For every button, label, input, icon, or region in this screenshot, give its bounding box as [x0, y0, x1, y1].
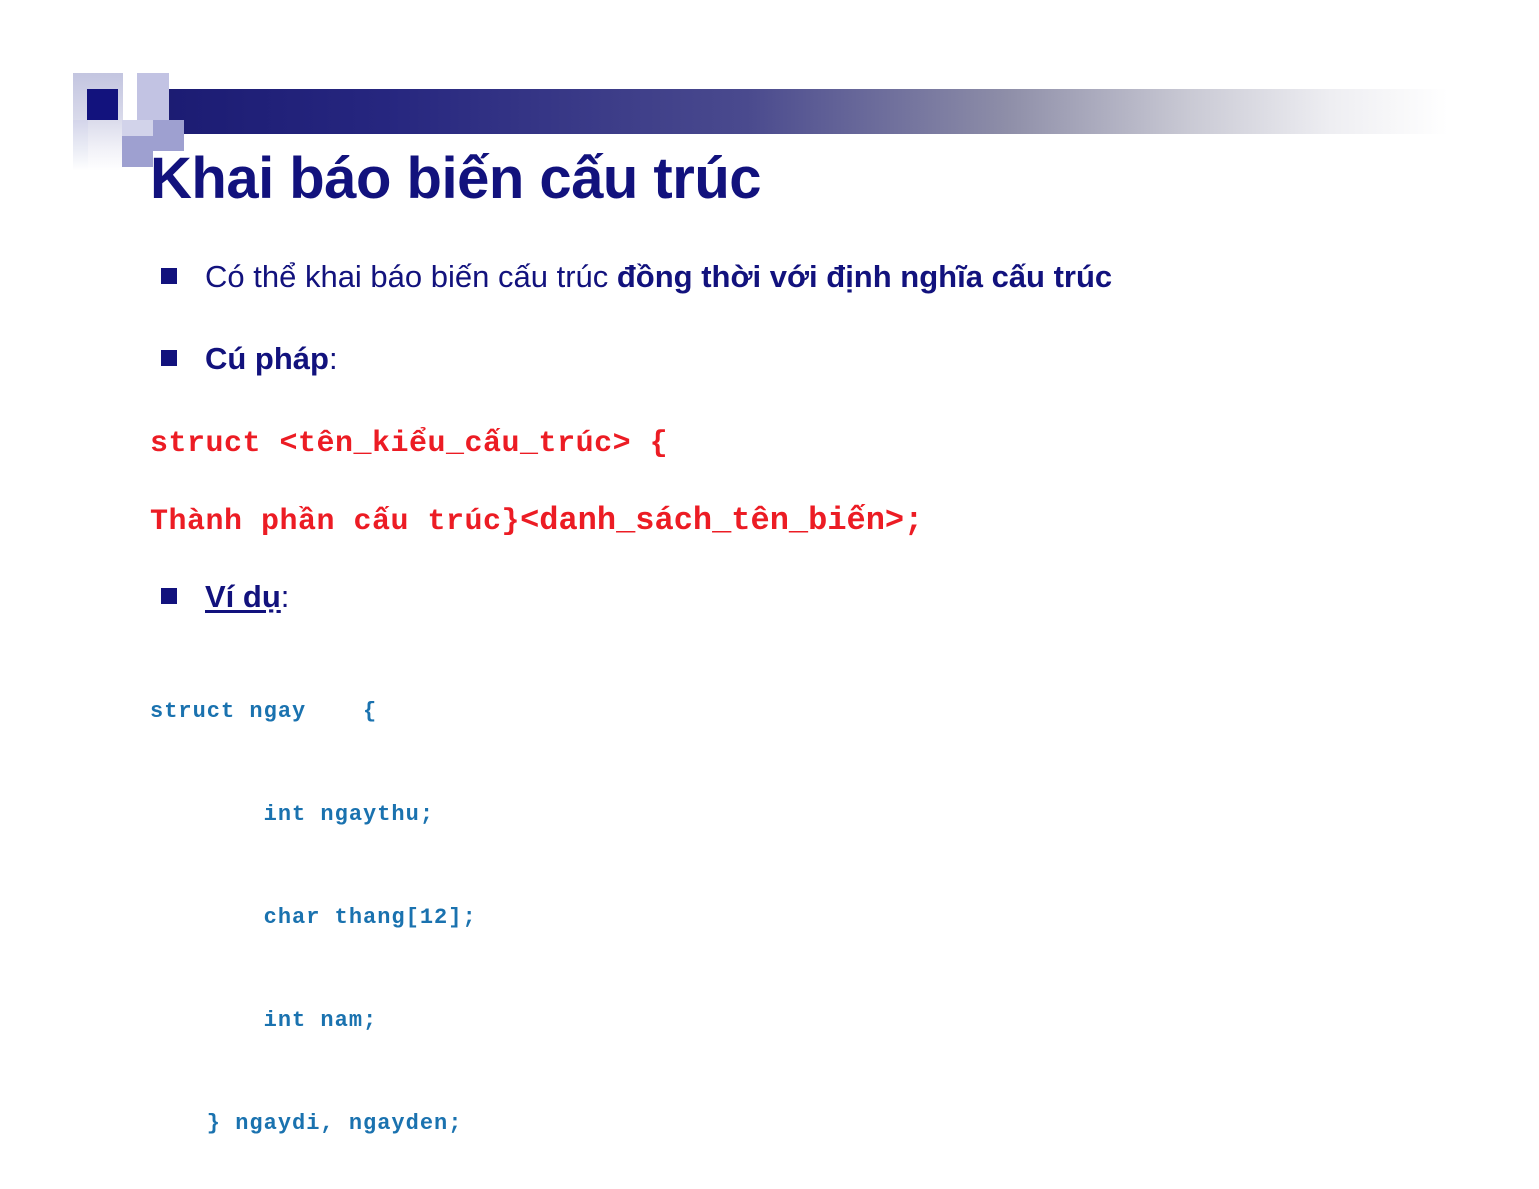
- bullet-text-declare-with-definition: Có thể khai báo biến cấu trúc đồng thời …: [205, 255, 1429, 299]
- code-line: int nam;: [150, 1008, 378, 1034]
- bullet-item-example: Ví dụ:: [0, 575, 1539, 619]
- bullet-item-declare-with-definition: Có thể khai báo biến cấu trúc đồng thời …: [0, 255, 1539, 299]
- bullet2-bold-text: Cú pháp: [205, 341, 329, 377]
- code-line: char thang[12];: [150, 905, 477, 931]
- bullet1-plain-text: Có thể khai báo biến cấu trúc: [205, 259, 617, 294]
- bullet1-bold-text: đồng thời với định nghĩa cấu trúc: [616, 259, 1113, 294]
- deco-square-lavender-top: [137, 73, 169, 120]
- syntax-line-members-and-vars: Thành phần cấu trúc}<danh_sách_tên_biến>…: [0, 502, 1539, 539]
- bullet-square-icon: [161, 588, 177, 605]
- syntax-line2-head: Thành phần cấu trúc}: [150, 505, 521, 540]
- bullet2-suffix-text: :: [329, 341, 338, 377]
- code-line: struct ngay {: [150, 699, 378, 725]
- bullet3-underlined-text: Ví dụ: [205, 579, 281, 615]
- deco-square-lavender-low: [122, 136, 153, 167]
- slide-title: Khai báo biến cấu trúc: [150, 146, 762, 211]
- deco-square-navy: [87, 89, 118, 120]
- deco-square-pale-left: [73, 120, 88, 171]
- bullet-text-example: Ví dụ:: [205, 575, 1429, 619]
- bullet-square-icon: [161, 268, 177, 284]
- example-code-block: struct ngay { int ngaythu; char thang[12…: [0, 657, 1539, 1179]
- code-line: int ngaythu;: [150, 802, 435, 828]
- bullet3-suffix-text: :: [280, 579, 290, 615]
- bullet-text-syntax: Cú pháp:: [205, 337, 1429, 381]
- slide-body: Có thể khai báo biến cấu trúc đồng thời …: [0, 255, 1539, 1179]
- bullet-item-syntax: Cú pháp:: [0, 337, 1539, 381]
- bullet-square-icon: [161, 350, 177, 367]
- syntax-line-struct-header: struct <tên_kiểu_cấu_trúc> {: [150, 427, 669, 462]
- deco-gradient-bar: [150, 89, 1448, 134]
- code-line: } ngaydi, ngayden;: [150, 1111, 463, 1137]
- syntax-line2-tail: <danh_sách_tên_biến>;: [520, 502, 924, 540]
